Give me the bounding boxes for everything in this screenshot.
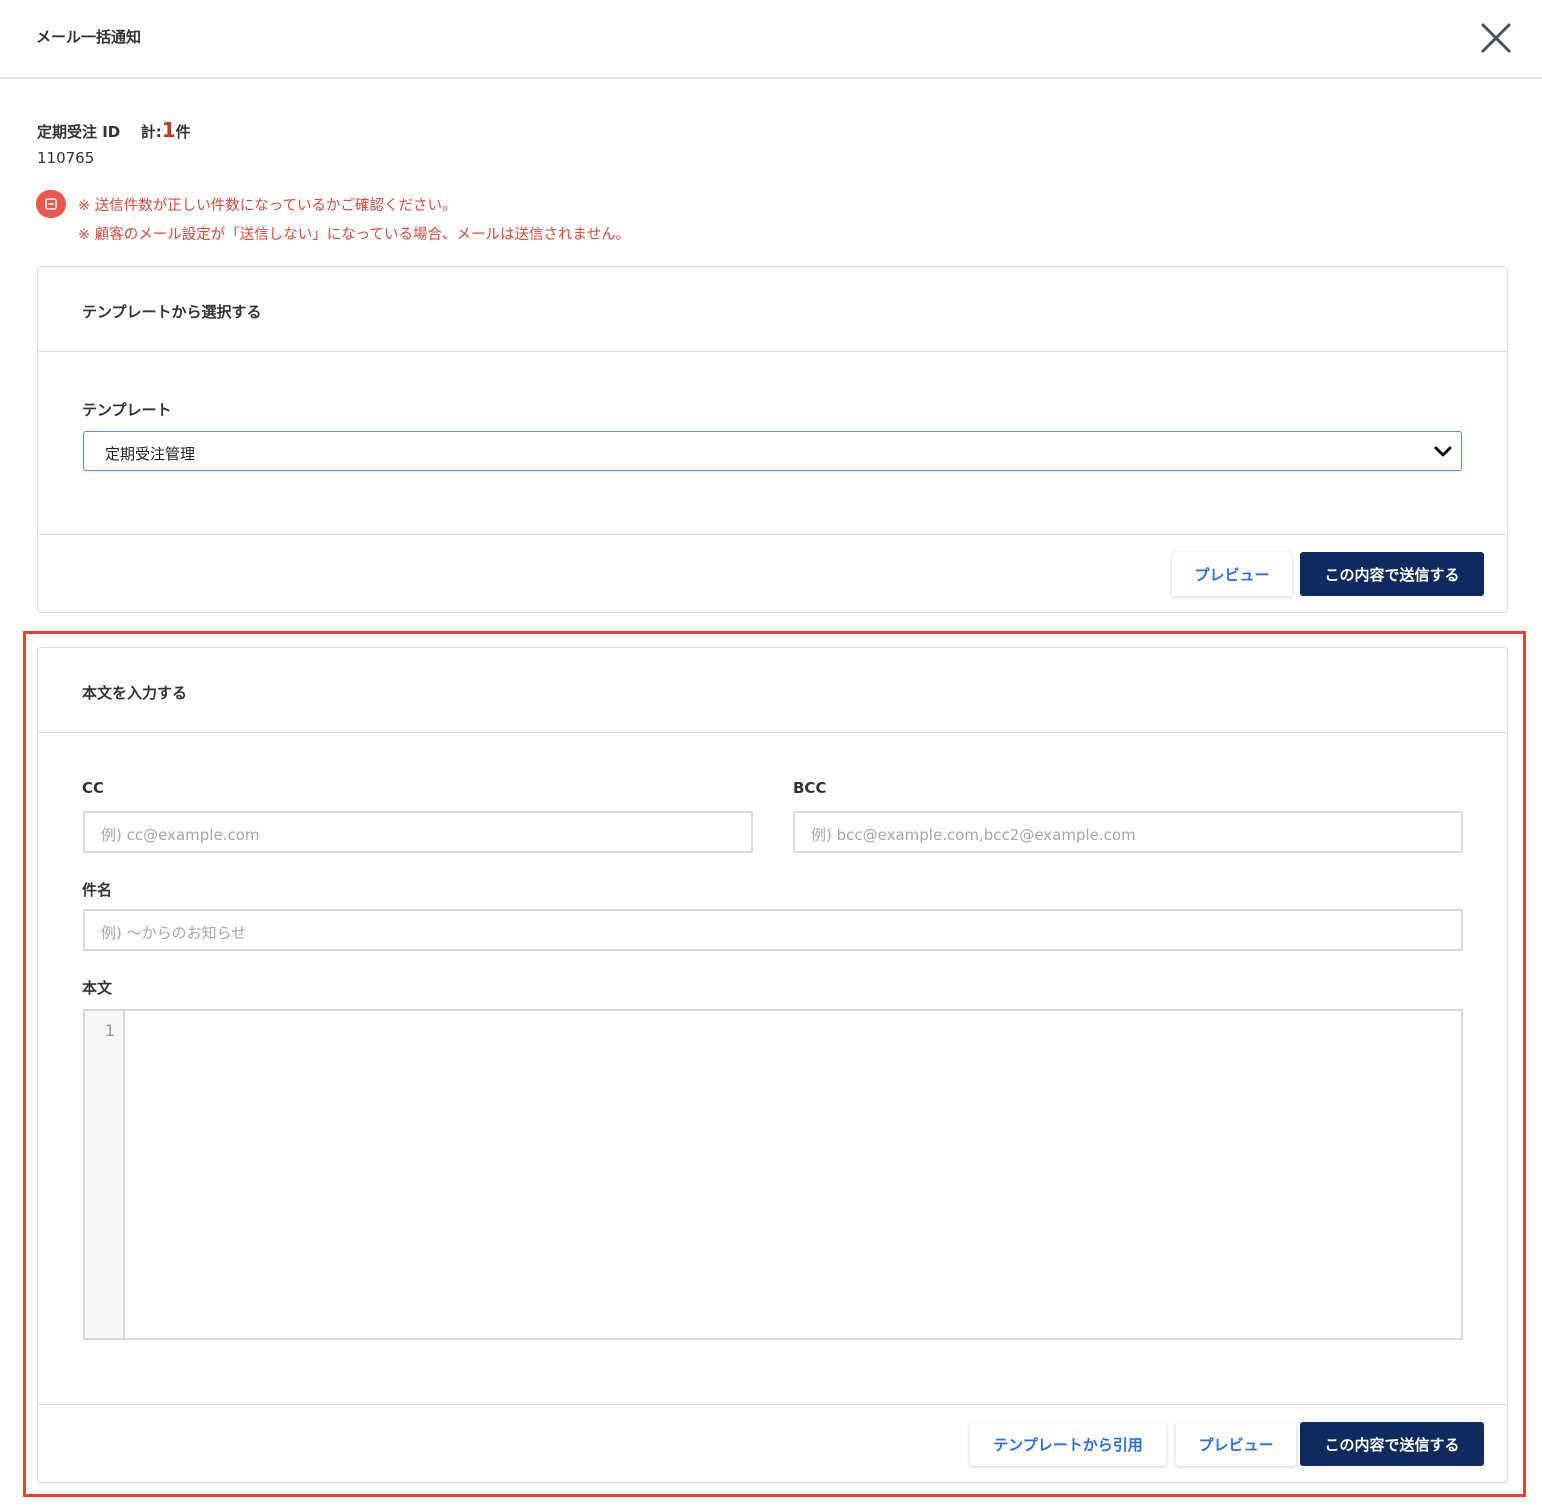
send-button[interactable]: この内容で送信する	[1300, 1422, 1484, 1466]
editor-gutter: 1	[85, 1011, 125, 1338]
alert-icon	[36, 190, 66, 218]
modal-header: メール一括通知	[0, 0, 1542, 79]
order-id-list: 110765	[37, 149, 95, 167]
close-icon	[1481, 23, 1511, 53]
body-editor[interactable]: 1	[83, 1009, 1463, 1340]
card-footer: プレビュー この内容で送信する	[38, 534, 1507, 612]
body-label: 本文	[82, 979, 113, 997]
close-button[interactable]	[1476, 18, 1516, 58]
bcc-input[interactable]: 例) bcc@example.com,bcc2@example.com	[793, 811, 1463, 853]
card-title: テンプレートから選択する	[82, 303, 262, 321]
preview-button[interactable]: プレビュー	[1176, 1422, 1296, 1466]
total-prefix: 計:	[140, 123, 162, 141]
card-title: 本文を入力する	[82, 684, 188, 702]
cc-input[interactable]: 例) cc@example.com	[83, 811, 753, 853]
body-input-card: 本文を入力する CC 例) cc@example.com BCC 例) bcc@…	[37, 647, 1508, 1483]
modal-title: メール一括通知	[36, 28, 142, 46]
total-suffix: 件	[175, 123, 191, 141]
total-count: 1	[161, 118, 176, 142]
card-footer: テンプレートから引用 プレビュー この内容で送信する	[38, 1404, 1507, 1482]
preview-button[interactable]: プレビュー	[1172, 552, 1292, 596]
order-id-label-text: 定期受注 ID	[37, 123, 121, 141]
send-button[interactable]: この内容で送信する	[1300, 552, 1484, 596]
alert-message-setting: ※ 顧客のメール設定が「送信しない」になっている場合、メールは送信されません。	[78, 227, 631, 243]
subject-input[interactable]: 例) 〜からのお知らせ	[83, 909, 1463, 951]
line-number: 1	[104, 1021, 115, 1040]
cc-label: CC	[82, 779, 105, 797]
warning-glyph-icon	[45, 198, 57, 210]
subject-label: 件名	[82, 881, 113, 899]
template-select-value: 定期受注管理	[105, 445, 196, 463]
bcc-placeholder: 例) bcc@example.com,bcc2@example.com	[811, 826, 1136, 844]
card-header: テンプレートから選択する	[38, 267, 1507, 352]
template-select-card: テンプレートから選択する テンプレート 定期受注管理 プレビュー この内容で送信…	[37, 266, 1508, 613]
cc-placeholder: 例) cc@example.com	[101, 826, 260, 844]
order-id-label: 定期受注 ID 計:1件	[37, 118, 191, 142]
alert-message-count: ※ 送信件数が正しい件数になっているかご確認ください。	[78, 198, 457, 214]
chevron-down-icon	[1434, 446, 1452, 457]
template-select[interactable]: 定期受注管理	[83, 431, 1462, 471]
quote-template-button[interactable]: テンプレートから引用	[970, 1422, 1166, 1466]
template-label: テンプレート	[82, 401, 172, 419]
bcc-label: BCC	[793, 779, 827, 797]
card-header: 本文を入力する	[38, 648, 1507, 733]
subject-placeholder: 例) 〜からのお知らせ	[101, 924, 247, 942]
